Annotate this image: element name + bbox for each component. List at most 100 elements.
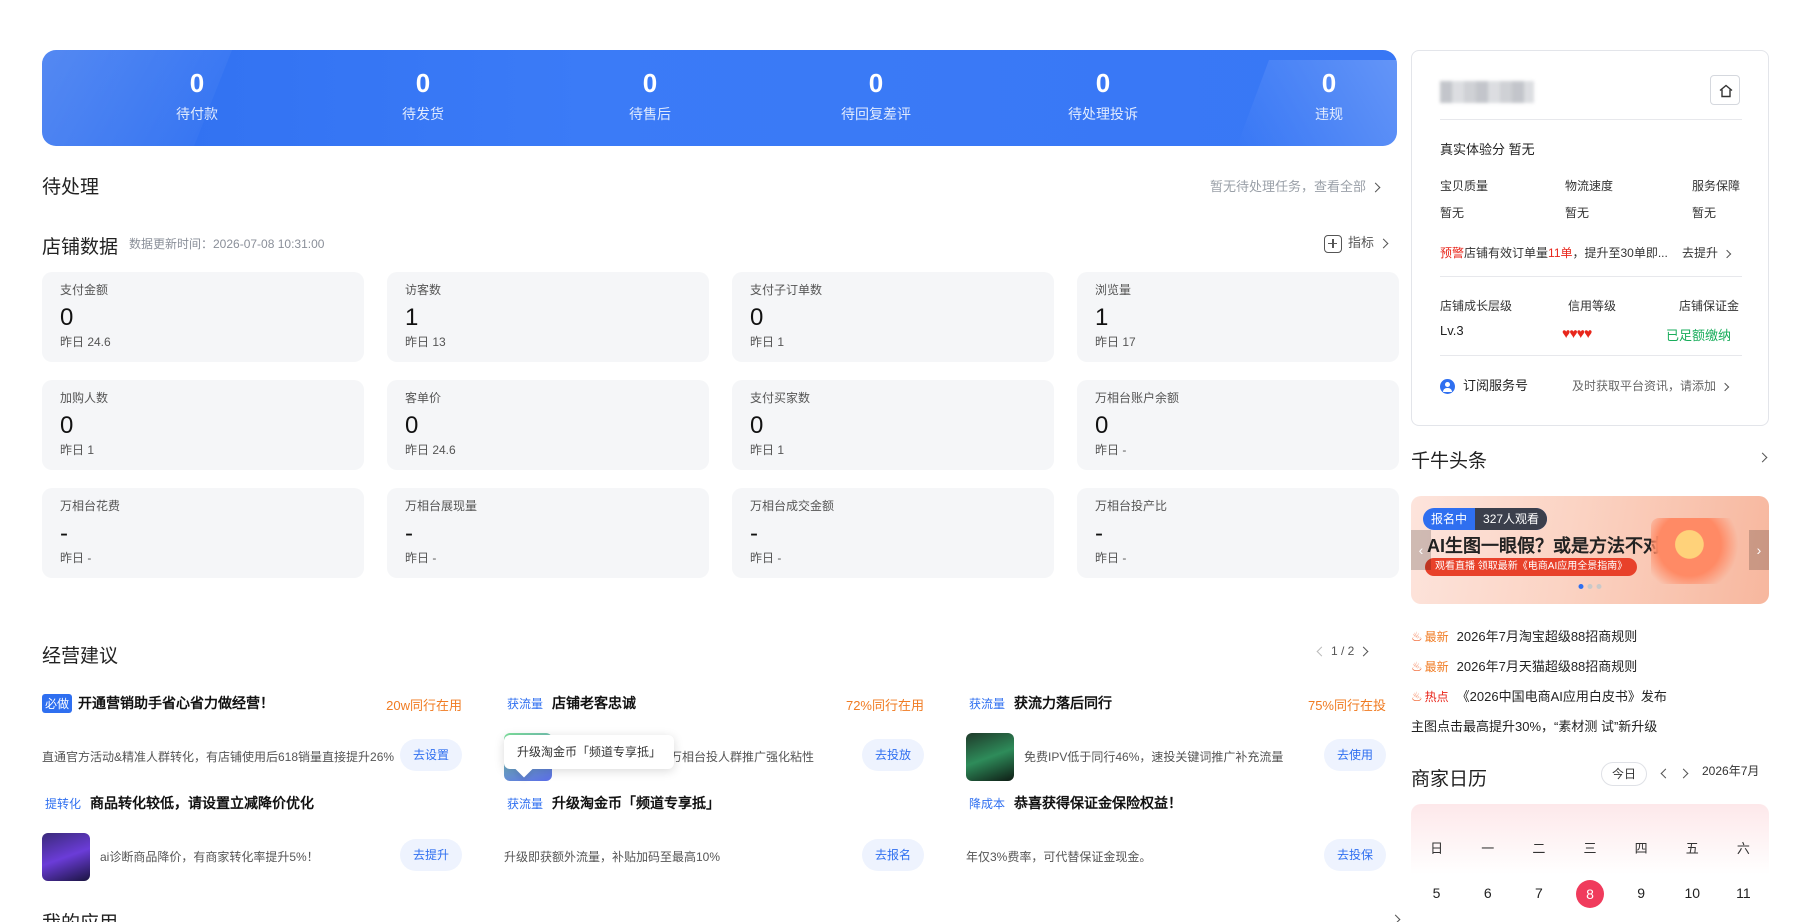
news-item[interactable]: ♨ 最新 2026年7月天猫超级88招商规则 bbox=[1411, 656, 1791, 675]
promo-carousel[interactable]: 报名中 327人观看 AI生图一眼假？或是方法不对 观看直播 领取最新《电商AI应… bbox=[1411, 496, 1769, 604]
suggestion-action-button[interactable]: 去报名 bbox=[862, 839, 924, 871]
subscribe-hint-link[interactable]: 及时获取平台资讯，请添加 bbox=[1572, 377, 1730, 394]
suggestion-title[interactable]: 恭喜获得保证金保险权益！ bbox=[1014, 795, 1182, 811]
pager-text: 1 / 2 bbox=[1331, 644, 1355, 658]
stat-pending-aftersale[interactable]: 0 待售后 bbox=[570, 68, 730, 124]
carousel-dot[interactable] bbox=[1578, 584, 1584, 589]
metric-card[interactable]: 万相台花费 - 昨日 - bbox=[42, 488, 364, 578]
calendar-day[interactable]: 11 bbox=[1718, 885, 1769, 908]
metric-card[interactable]: 万相台投产比 - 昨日 - bbox=[1077, 488, 1399, 578]
metric-label: 加购人数 bbox=[60, 391, 109, 405]
weekday-label: 五 bbox=[1685, 841, 1699, 856]
news-item[interactable]: ♨ 热点 《2026中国电商AI应用白皮书》发布 bbox=[1411, 686, 1791, 705]
metric-value: 0 bbox=[60, 304, 74, 331]
suggestion-tag: 获流量 bbox=[507, 797, 544, 811]
suggestion-title[interactable]: 升级淘金币「频道专享抵」 bbox=[552, 795, 720, 811]
badge-status: 报名中 bbox=[1431, 512, 1468, 526]
stat-pending-shipment[interactable]: 0 待发货 bbox=[343, 68, 503, 124]
today-button[interactable]: 今日 bbox=[1601, 762, 1647, 786]
suggestion-title[interactable]: 获流力落后同行 bbox=[1014, 695, 1112, 711]
news-tag: 热点 bbox=[1424, 690, 1449, 704]
metric-card[interactable]: 支付金额 0 昨日 24.6 bbox=[42, 272, 364, 362]
suggestion-head: 提转化 商品转化较低，请设置立减降价优化 bbox=[42, 793, 314, 813]
suggestion-action-button[interactable]: 去投放 bbox=[862, 739, 924, 771]
metric-yesterday: 昨日 1 bbox=[750, 335, 785, 349]
calendar-day[interactable]: 6 bbox=[1462, 885, 1513, 908]
suggestion-desc: 升级即获额外流量，补贴加码至最高10% bbox=[504, 850, 721, 864]
score-value: 暂无 bbox=[1692, 206, 1717, 220]
metric-card[interactable]: 支付子订单数 0 昨日 1 bbox=[732, 272, 1054, 362]
calendar-day[interactable]: 10 bbox=[1667, 885, 1718, 908]
chevron-left-icon[interactable] bbox=[1316, 646, 1327, 657]
stat-label: 待付款 bbox=[176, 106, 218, 122]
metric-card[interactable]: 支付买家数 0 昨日 1 bbox=[732, 380, 1054, 470]
chevron-right-icon[interactable] bbox=[1390, 914, 1401, 922]
metric-card[interactable]: 万相台展现量 - 昨日 - bbox=[387, 488, 709, 578]
metric-label: 支付买家数 bbox=[750, 391, 811, 405]
calendar-day[interactable]: 8 bbox=[1564, 880, 1615, 908]
metric-card[interactable]: 万相台账户余额 0 昨日 - bbox=[1077, 380, 1399, 470]
metric-value: 1 bbox=[405, 304, 419, 331]
suggestion-action-button[interactable]: 去使用 bbox=[1324, 739, 1386, 771]
metric-card[interactable]: 访客数 1 昨日 13 bbox=[387, 272, 709, 362]
metric-yesterday: 昨日 24.6 bbox=[405, 443, 456, 457]
metric-value: - bbox=[1095, 520, 1103, 547]
carousel-dot[interactable] bbox=[1587, 584, 1593, 589]
warning-text: ，提升至30单即... bbox=[1572, 246, 1668, 260]
metric-value: 0 bbox=[405, 412, 419, 439]
stat-violation[interactable]: 0 违规 bbox=[1249, 68, 1397, 124]
suggestion-action-button[interactable]: 去设置 bbox=[400, 739, 462, 771]
news-item[interactable]: ♨ 最新 2026年7月淘宝超级88招商规则 bbox=[1411, 626, 1791, 645]
metric-card[interactable]: 浏览量 1 昨日 17 bbox=[1077, 272, 1399, 362]
metric-value: - bbox=[405, 520, 413, 547]
metric-value: 0 bbox=[60, 412, 74, 439]
metric-card[interactable]: 加购人数 0 昨日 1 bbox=[42, 380, 364, 470]
fire-icon: ♨ bbox=[1411, 689, 1423, 704]
calendar-grid: 日 一 二 三 四 五 六 5 6 7 8 9 10 11 bbox=[1411, 804, 1769, 922]
user-icon bbox=[1440, 379, 1455, 395]
chevron-right-icon[interactable] bbox=[1678, 768, 1689, 779]
suggestion-title[interactable]: 商品转化较低，请设置立减降价优化 bbox=[90, 795, 314, 811]
chevron-right-icon[interactable] bbox=[1358, 646, 1369, 657]
suggestion-title[interactable]: 店铺老客忠诚 bbox=[552, 695, 636, 711]
chevron-left-icon[interactable] bbox=[1660, 768, 1671, 779]
calendar-day[interactable]: 7 bbox=[1513, 885, 1564, 908]
weekday-label: 三 bbox=[1583, 841, 1597, 856]
suggestion-peer-usage: 72%同行在用 bbox=[845, 698, 924, 713]
stat-value: 0 bbox=[642, 68, 658, 98]
score-label: 物流速度 bbox=[1565, 179, 1614, 193]
metric-card[interactable]: 客单价 0 昨日 24.6 bbox=[387, 380, 709, 470]
carousel-next-icon[interactable]: › bbox=[1749, 530, 1769, 570]
home-button[interactable] bbox=[1710, 75, 1740, 105]
chevron-right-icon[interactable] bbox=[1757, 452, 1768, 463]
suggestion-tag: 获流量 bbox=[969, 697, 1006, 711]
suggestions-title: 经营建议 bbox=[42, 646, 119, 667]
suggestion-action-button[interactable]: 去提升 bbox=[400, 839, 462, 871]
calendar-today[interactable]: 8 bbox=[1575, 880, 1604, 908]
suggestion-desc: ai诊断商品降价，有商家转化率提升5%！ bbox=[100, 850, 319, 864]
suggestion-item: 必做 开通营销助手省心省力做经营！ 20w同行在用 直通官方活动&精准人群转化，有… bbox=[42, 693, 462, 783]
warning-action-label: 去提升 bbox=[1682, 246, 1719, 260]
carousel-prev-icon[interactable]: ‹ bbox=[1411, 530, 1431, 570]
home-icon bbox=[1719, 84, 1733, 98]
badge-viewers: 327人观看 bbox=[1475, 508, 1548, 530]
metric-value: 1 bbox=[1095, 304, 1109, 331]
stat-label: 待发货 bbox=[402, 106, 444, 122]
stat-pending-bad-review[interactable]: 0 待回复差评 bbox=[796, 68, 956, 124]
stat-pending-complaint[interactable]: 0 待处理投诉 bbox=[1023, 68, 1183, 124]
suggestion-title[interactable]: 开通营销助手省心省力做经营！ bbox=[78, 695, 274, 711]
news-item[interactable]: 主图点击最高提升30%，“素材测 试”新升级 bbox=[1411, 716, 1791, 735]
pending-view-all-link[interactable]: 暂无待处理任务，查看全部 bbox=[1210, 176, 1381, 195]
carousel-dot[interactable] bbox=[1596, 584, 1602, 589]
warning-action-link[interactable]: 去提升 bbox=[1682, 244, 1732, 261]
calendar-day[interactable]: 5 bbox=[1411, 885, 1462, 908]
metric-settings-button[interactable]: 指标 bbox=[1324, 232, 1389, 253]
stat-pending-payment[interactable]: 0 待付款 bbox=[117, 68, 277, 124]
subscribe-service[interactable]: 订阅服务号 bbox=[1440, 375, 1528, 395]
suggestion-action-button[interactable]: 去投保 bbox=[1324, 839, 1386, 871]
news-text: 《2026中国电商AI应用白皮书》发布 bbox=[1456, 689, 1667, 704]
calendar-day[interactable]: 9 bbox=[1616, 885, 1667, 908]
stat-label: 待售后 bbox=[629, 106, 671, 122]
metric-card[interactable]: 万相台成交金额 - 昨日 - bbox=[732, 488, 1054, 578]
suggestion-item: 降成本 恭喜获得保证金保险权益！ 年仅3%费率，可代替保证金现金。 去投保 bbox=[966, 793, 1386, 883]
